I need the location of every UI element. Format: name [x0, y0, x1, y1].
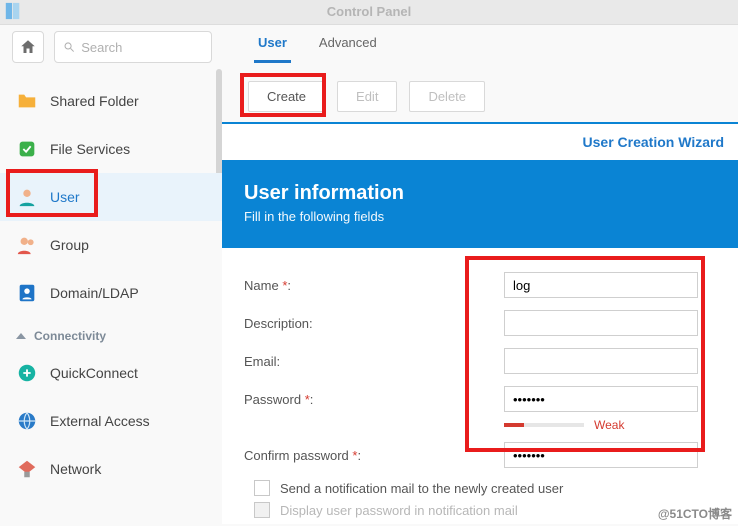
search-box[interactable]	[54, 31, 212, 63]
sidebar-item-network[interactable]: Network	[0, 445, 222, 493]
sidebar-item-external-access[interactable]: External Access	[0, 397, 222, 445]
search-input[interactable]	[81, 40, 203, 55]
user-icon	[16, 186, 38, 208]
app-icon	[4, 2, 22, 20]
chevron-up-icon	[16, 333, 26, 339]
confirm-password-label: Confirm password *:	[244, 448, 504, 463]
description-input[interactable]	[504, 310, 698, 336]
password-strength: Weak	[504, 418, 716, 432]
display-password-label: Display user password in notification ma…	[280, 503, 518, 518]
wizard-heading: User information	[244, 182, 716, 205]
sidebar-item-label: Group	[50, 237, 89, 253]
home-button[interactable]	[12, 31, 44, 63]
display-password-checkbox-row: Display user password in notification ma…	[254, 502, 716, 518]
home-icon	[19, 38, 37, 56]
name-label: Name *:	[244, 278, 504, 293]
quickconnect-icon	[16, 362, 38, 384]
search-icon	[63, 40, 75, 54]
tab-user[interactable]: User	[254, 31, 291, 63]
sidebar-section-label: Connectivity	[34, 329, 106, 343]
window-title: Control Panel	[327, 4, 412, 19]
name-input[interactable]	[504, 272, 698, 298]
network-icon	[16, 458, 38, 480]
sidebar-item-label: File Services	[50, 141, 130, 157]
confirm-password-input[interactable]	[504, 442, 698, 468]
directory-icon	[16, 282, 38, 304]
sidebar-item-label: Domain/LDAP	[50, 285, 139, 301]
sidebar-item-group[interactable]: Group	[0, 221, 222, 269]
sidebar-item-label: External Access	[50, 413, 150, 429]
wizard-form: Name *: Description: Email: Password *:	[222, 248, 738, 524]
user-creation-wizard: User Creation Wizard User information Fi…	[222, 122, 738, 524]
tab-advanced[interactable]: Advanced	[315, 31, 381, 63]
email-label: Email:	[244, 354, 504, 369]
group-icon	[16, 234, 38, 256]
password-input[interactable]	[504, 386, 698, 412]
edit-button[interactable]: Edit	[337, 81, 397, 112]
create-button[interactable]: Create	[248, 81, 325, 112]
toolbar: Create Edit Delete	[222, 69, 738, 122]
sidebar-item-shared-folder[interactable]: Shared Folder	[0, 77, 222, 125]
sidebar-item-label: Shared Folder	[50, 93, 139, 109]
folder-icon	[16, 90, 38, 112]
delete-button[interactable]: Delete	[409, 81, 485, 112]
wizard-subheading: Fill in the following fields	[244, 209, 716, 224]
wizard-title-bar: User Creation Wizard	[222, 122, 738, 160]
sidebar-section-connectivity[interactable]: Connectivity	[0, 317, 222, 349]
sidebar: Shared Folder File Services User Group D…	[0, 69, 222, 524]
window-titlebar: Control Panel	[0, 0, 738, 25]
file-services-icon	[16, 138, 38, 160]
wizard-header: User information Fill in the following f…	[222, 160, 738, 248]
sidebar-item-file-services[interactable]: File Services	[0, 125, 222, 173]
sidebar-item-label: Network	[50, 461, 101, 477]
globe-icon	[16, 410, 38, 432]
notify-checkbox-row[interactable]: Send a notification mail to the newly cr…	[254, 480, 716, 496]
checkbox	[254, 502, 270, 518]
watermark: @51CTO博客	[658, 505, 732, 522]
notify-label: Send a notification mail to the newly cr…	[280, 481, 563, 496]
main-panel: Create Edit Delete User Creation Wizard …	[222, 69, 738, 524]
sidebar-item-user[interactable]: User	[0, 173, 222, 221]
sidebar-item-quickconnect[interactable]: QuickConnect	[0, 349, 222, 397]
checkbox[interactable]	[254, 480, 270, 496]
password-label: Password *:	[244, 392, 504, 407]
sidebar-item-label: QuickConnect	[50, 365, 138, 381]
description-label: Description:	[244, 316, 504, 331]
strength-label: Weak	[594, 418, 624, 432]
email-input[interactable]	[504, 348, 698, 374]
sidebar-item-domain-ldap[interactable]: Domain/LDAP	[0, 269, 222, 317]
strength-bar	[504, 423, 584, 427]
sidebar-item-label: User	[50, 189, 80, 205]
